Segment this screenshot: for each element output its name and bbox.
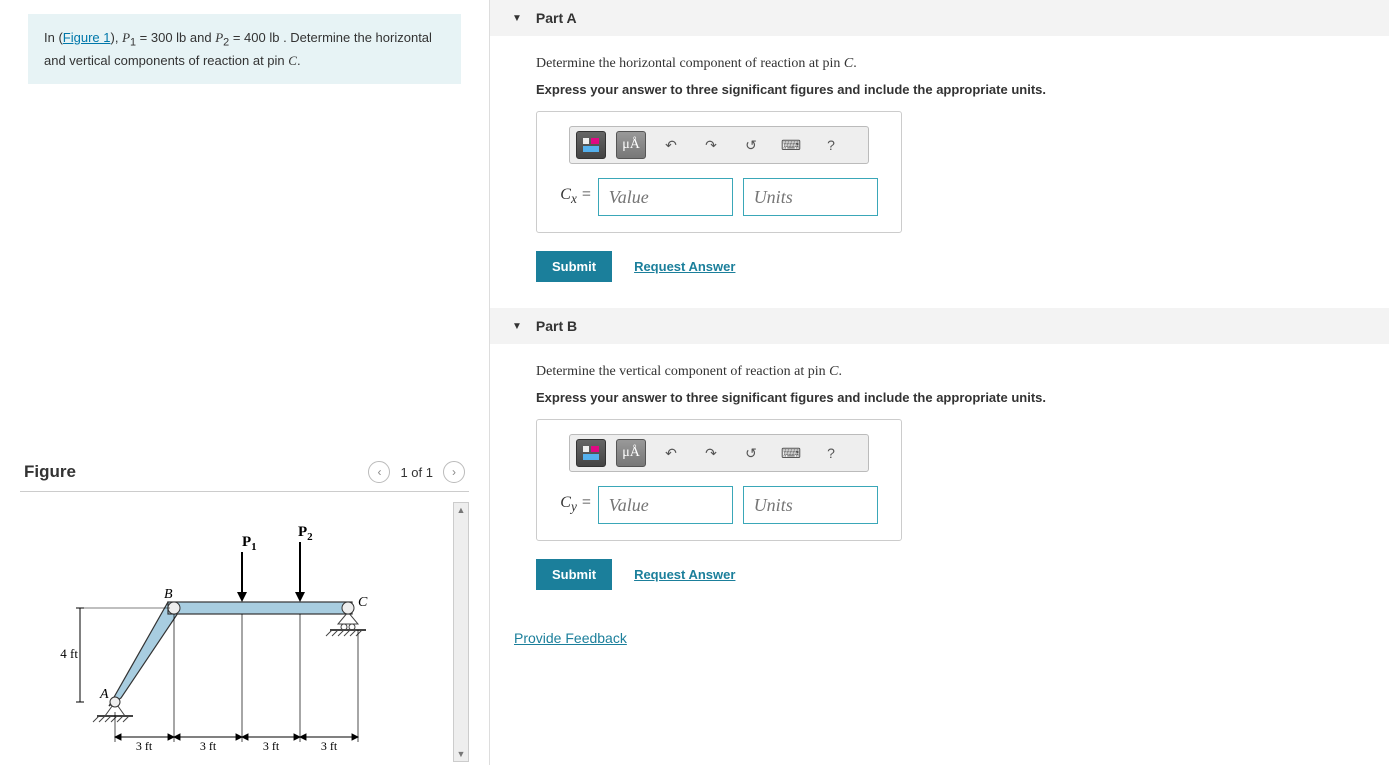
keyboard-icon[interactable]: ⌨	[776, 131, 806, 159]
problem-statement: In (Figure 1), P1 = 300 lb and P2 = 400 …	[28, 14, 461, 84]
and-text: and	[186, 30, 215, 45]
problem-period: .	[297, 53, 301, 68]
svg-text:P1: P1	[242, 534, 257, 553]
problem-text-prefix: In (	[44, 30, 63, 45]
figure-header: Figure ‹ 1 of 1 ›	[20, 461, 469, 492]
part-a-title: Part A	[536, 10, 577, 26]
svg-text:3 ft: 3 ft	[321, 739, 338, 753]
part-b-submit-row: Submit Request Answer	[536, 559, 1343, 590]
part-a-toolbar: μÅ ↶ ↷ ↺ ⌨ ?	[569, 126, 869, 164]
undo-icon[interactable]: ↶	[656, 439, 686, 467]
part-a-question: Determine the horizontal component of re…	[536, 56, 1343, 72]
part-b-instructions: Express your answer to three significant…	[536, 390, 1343, 405]
right-column: ▼ Part A Determine the horizontal compon…	[490, 0, 1389, 765]
problem-text-afterlink: ),	[111, 30, 123, 45]
svg-text:3 ft: 3 ft	[200, 739, 217, 753]
part-a-submit-row: Submit Request Answer	[536, 251, 1343, 282]
part-a-submit-button[interactable]: Submit	[536, 251, 612, 282]
part-b-answer-row: Cy =	[553, 486, 885, 524]
part-b-answer-box: μÅ ↶ ↷ ↺ ⌨ ? Cy =	[536, 419, 902, 541]
part-a-instructions: Express your answer to three significant…	[536, 82, 1343, 97]
figure-region: Figure ‹ 1 of 1 ›	[20, 431, 469, 765]
figure-scrollbar[interactable]: ▲ ▼	[453, 502, 469, 762]
cy-value-input[interactable]	[598, 486, 733, 524]
part-b-header[interactable]: ▼ Part B	[490, 308, 1389, 344]
part-b-question: Determine the vertical component of reac…	[536, 364, 1343, 380]
figure-link[interactable]: Figure 1	[63, 30, 111, 45]
units-button[interactable]: μÅ	[616, 439, 646, 467]
cx-label: Cx =	[560, 186, 591, 207]
part-b-content: Determine the vertical component of reac…	[490, 344, 1389, 616]
svg-text:C: C	[358, 595, 368, 610]
redo-icon[interactable]: ↷	[696, 439, 726, 467]
part-b-submit-button[interactable]: Submit	[536, 559, 612, 590]
figure-prev-button[interactable]: ‹	[368, 461, 390, 483]
part-a-answer-row: Cx =	[553, 178, 885, 216]
figure-canvas: P1 P2 B C A 4 ft	[20, 502, 453, 765]
figure-next-button[interactable]: ›	[443, 461, 465, 483]
svg-text:3 ft: 3 ft	[136, 739, 153, 753]
templates-icon[interactable]	[576, 439, 606, 467]
part-b-request-answer-link[interactable]: Request Answer	[634, 567, 735, 582]
question-text: Determine the horizontal component of re…	[536, 56, 844, 71]
svg-text:B: B	[164, 587, 173, 602]
cx-value-input[interactable]	[598, 178, 733, 216]
provide-feedback-link[interactable]: Provide Feedback	[490, 616, 651, 660]
left-column: In (Figure 1), P1 = 300 lb and P2 = 400 …	[0, 0, 490, 765]
svg-text:A: A	[99, 687, 109, 702]
figure-page-indicator: 1 of 1	[400, 465, 433, 480]
reset-icon[interactable]: ↺	[736, 131, 766, 159]
part-b-toolbar: μÅ ↶ ↷ ↺ ⌨ ?	[569, 434, 869, 472]
scroll-up-icon[interactable]: ▲	[454, 503, 468, 517]
svg-text:3 ft: 3 ft	[263, 739, 280, 753]
part-a-answer-box: μÅ ↶ ↷ ↺ ⌨ ? Cx =	[536, 111, 902, 233]
p1-symbol: P	[122, 30, 130, 45]
reset-icon[interactable]: ↺	[736, 439, 766, 467]
pin-c: C	[288, 53, 297, 68]
help-icon[interactable]: ?	[816, 131, 846, 159]
p2-symbol: P	[215, 30, 223, 45]
svg-text:4 ft: 4 ft	[60, 646, 78, 661]
cx-units-input[interactable]	[743, 178, 878, 216]
question-text: Determine the vertical component of reac…	[536, 364, 829, 379]
help-icon[interactable]: ?	[816, 439, 846, 467]
caret-down-icon: ▼	[512, 321, 522, 332]
part-a-content: Determine the horizontal component of re…	[490, 36, 1389, 308]
svg-text:P2: P2	[298, 524, 313, 543]
question-end: .	[838, 364, 842, 379]
undo-icon[interactable]: ↶	[656, 131, 686, 159]
part-a-request-answer-link[interactable]: Request Answer	[634, 259, 735, 274]
cy-label: Cy =	[560, 494, 591, 515]
question-end: .	[853, 56, 857, 71]
figure-body: P1 P2 B C A 4 ft	[20, 492, 469, 765]
p1-value: = 300 lb	[136, 30, 186, 45]
templates-icon[interactable]	[576, 131, 606, 159]
keyboard-icon[interactable]: ⌨	[776, 439, 806, 467]
figure-title: Figure	[24, 462, 368, 482]
redo-icon[interactable]: ↷	[696, 131, 726, 159]
units-button[interactable]: μÅ	[616, 131, 646, 159]
caret-down-icon: ▼	[512, 13, 522, 24]
p2-value: = 400 lb	[229, 30, 279, 45]
figure-svg: P1 P2 B C A 4 ft	[20, 502, 440, 762]
part-a-header[interactable]: ▼ Part A	[490, 0, 1389, 36]
cy-units-input[interactable]	[743, 486, 878, 524]
part-b-title: Part B	[536, 318, 577, 334]
scroll-down-icon[interactable]: ▼	[454, 747, 468, 761]
question-pin: C	[844, 56, 853, 71]
